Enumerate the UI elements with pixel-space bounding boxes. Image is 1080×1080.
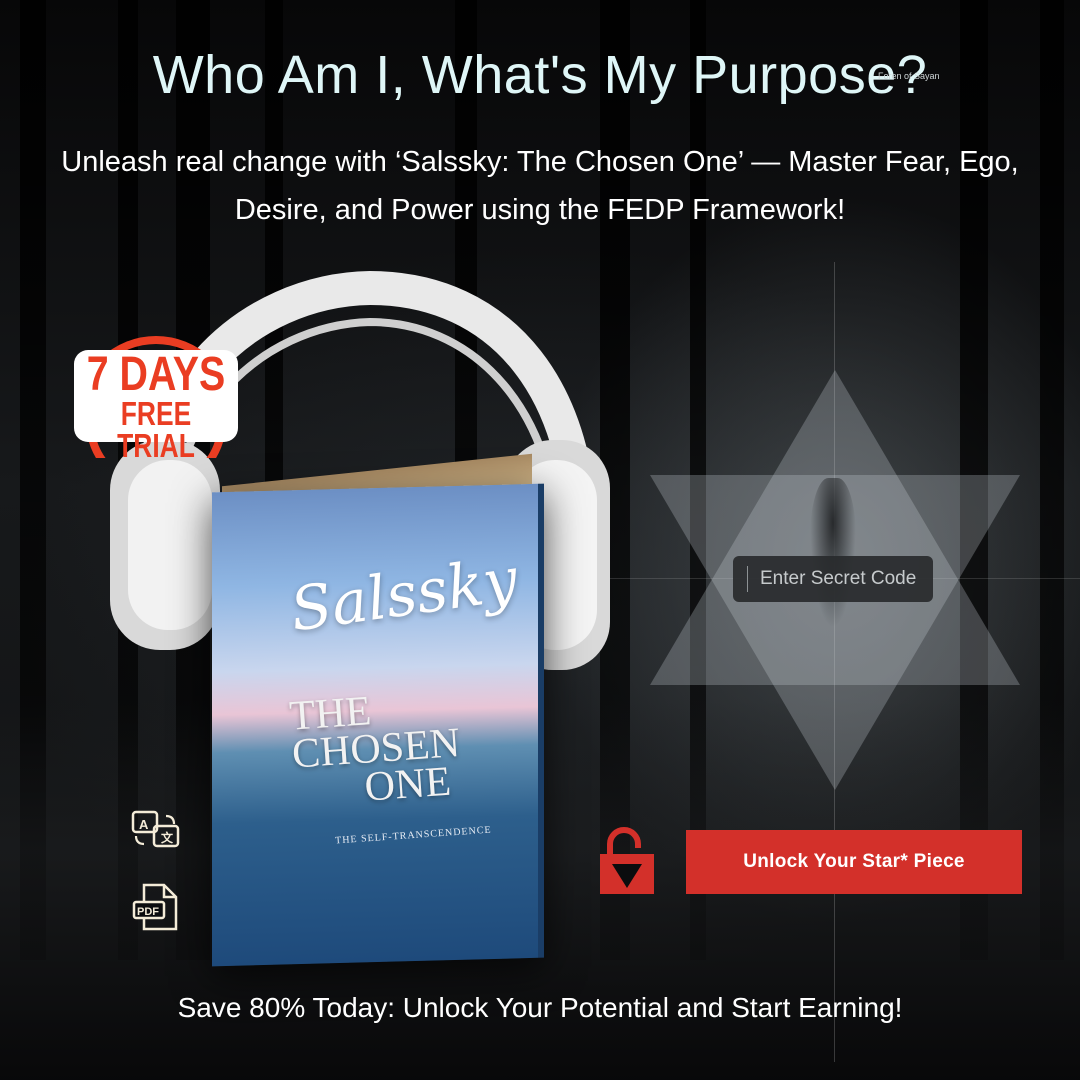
svg-text:文: 文 <box>161 830 174 845</box>
translate-icon: A 文 <box>131 810 180 848</box>
text-caret <box>747 566 748 592</box>
unlocked-padlock-icon <box>600 827 654 894</box>
free-trial-badge-text: 7 DAYS FREE TRIAL <box>68 348 244 464</box>
pdf-icon-label: PDF <box>137 906 159 918</box>
shadow-figure <box>810 478 856 628</box>
secret-code-field[interactable] <box>733 556 933 602</box>
svg-text:A: A <box>139 817 149 832</box>
pdf-icon: PDF <box>132 883 178 931</box>
unlock-star-piece-button[interactable]: Unlock Your Star* Piece <box>686 830 1022 894</box>
page-subtitle: Unleash real change with ‘Salssky: The C… <box>61 146 1019 226</box>
footer-offer-text: Save 80% Today: Unlock Your Potential an… <box>177 992 903 1023</box>
watermark-text: Foren of Sayan <box>878 71 940 81</box>
badge-days: 7 DAYS <box>86 348 226 401</box>
book-title: THE CHOSEN ONE <box>288 682 515 811</box>
badge-trial: FREE TRIAL <box>117 395 195 464</box>
secret-code-input[interactable] <box>760 568 930 590</box>
